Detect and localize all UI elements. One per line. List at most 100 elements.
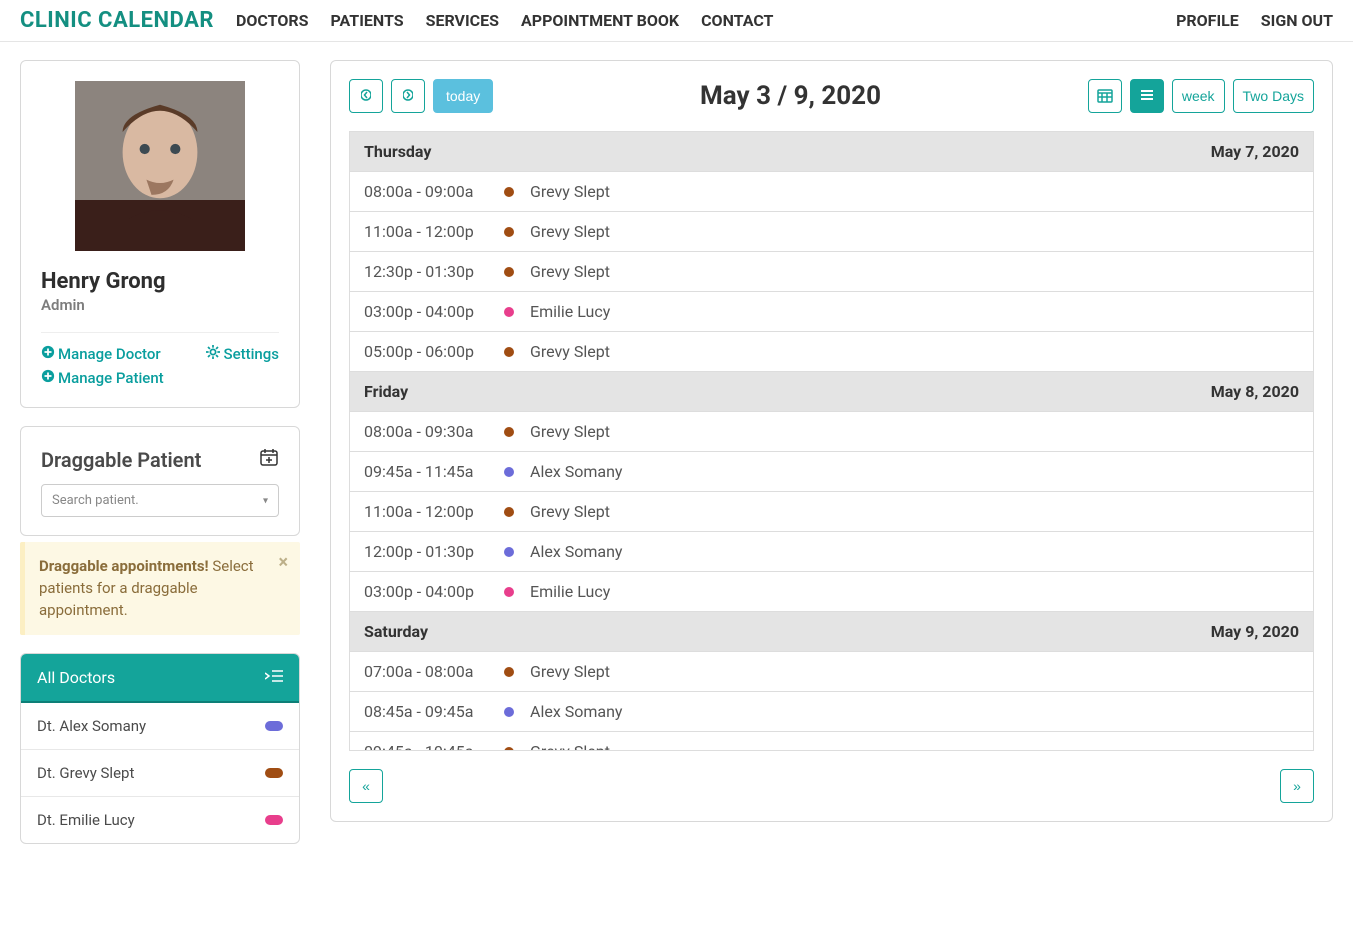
agenda-list[interactable]: ThursdayMay 7, 202008:00a - 09:00aGrevy … (349, 131, 1314, 751)
event-time: 08:00a - 09:30a (364, 422, 504, 441)
profile-role: Admin (41, 296, 279, 314)
event-time: 11:00a - 12:00p (364, 222, 504, 241)
close-icon[interactable]: × (278, 550, 288, 576)
calendar-toolbar: today May 3 / 9, 2020 week Two Days (349, 79, 1314, 113)
event-time: 11:00a - 12:00p (364, 502, 504, 521)
event-row[interactable]: 07:00a - 08:00aGrevy Slept (350, 652, 1313, 692)
week-view-button[interactable]: week (1172, 79, 1225, 113)
nav-profile[interactable]: PROFILE (1176, 11, 1239, 30)
chevron-double-right-icon: » (1293, 778, 1301, 794)
search-patient-select[interactable]: Search patient. (41, 484, 279, 517)
calendar-footer: « » (349, 769, 1314, 803)
event-row[interactable]: 08:00a - 09:00aGrevy Slept (350, 172, 1313, 212)
calendar-plus-icon[interactable] (259, 447, 279, 472)
day-header: Thursday May 7, 2020 (350, 132, 1313, 172)
event-color-dot (504, 747, 514, 752)
doctor-color-pill (265, 815, 283, 825)
chevron-left-icon (361, 88, 371, 105)
day-date: May 8, 2020 (1211, 382, 1299, 401)
doctor-row[interactable]: Dt. Grevy Slept (21, 749, 299, 796)
prev-button[interactable] (349, 79, 383, 113)
event-time: 09:45a - 10:45a (364, 742, 504, 751)
doctor-color-pill (265, 768, 283, 778)
event-color-dot (504, 587, 514, 597)
event-title: Grevy Slept (530, 222, 610, 241)
day-header: FridayMay 8, 2020 (350, 372, 1313, 412)
nav-right-group: PROFILE SIGN OUT (1176, 11, 1333, 30)
event-row[interactable]: 03:00p - 04:00pEmilie Lucy (350, 292, 1313, 332)
event-row[interactable]: 12:00p - 01:30pAlex Somany (350, 532, 1313, 572)
indent-icon (265, 668, 283, 687)
manage-patient-link[interactable]: Manage Patient (41, 369, 164, 387)
doctor-row[interactable]: Dt. Emilie Lucy (21, 796, 299, 843)
doctor-row[interactable]: Dt. Alex Somany (21, 703, 299, 749)
event-title: Emilie Lucy (530, 582, 610, 601)
nav-doctors[interactable]: DOCTORS (236, 11, 309, 30)
day-header: SaturdayMay 9, 2020 (350, 612, 1313, 652)
event-color-dot (504, 507, 514, 517)
divider (41, 332, 279, 333)
settings-label: Settings (223, 345, 279, 363)
event-row[interactable]: 11:00a - 12:00p Grevy Slept (350, 212, 1313, 252)
settings-link[interactable]: Settings (206, 345, 279, 363)
nav-sign-out[interactable]: SIGN OUT (1261, 11, 1333, 30)
nav-services[interactable]: SERVICES (426, 11, 499, 30)
two-days-view-button[interactable]: Two Days (1233, 79, 1314, 113)
event-color-dot (504, 267, 514, 277)
event-title: Alex Somany (530, 542, 622, 561)
doctors-header[interactable]: All Doctors (21, 654, 299, 703)
draggable-patient-card: Draggable Patient Search patient. (20, 426, 300, 536)
chevron-right-icon (403, 88, 413, 105)
doctor-name: Dt. Alex Somany (37, 717, 146, 735)
month-view-button[interactable] (1088, 79, 1122, 113)
nav-contact[interactable]: CONTACT (701, 11, 773, 30)
event-time: 08:45a - 09:45a (364, 702, 504, 721)
event-row[interactable]: 11:00a - 12:00pGrevy Slept (350, 492, 1313, 532)
calendar-icon (1097, 87, 1113, 106)
day-date: May 9, 2020 (1211, 622, 1299, 641)
event-color-dot (504, 467, 514, 477)
nav-patients[interactable]: PATIENTS (330, 11, 403, 30)
event-row[interactable]: 05:00p - 06:00pGrevy Slept (350, 332, 1313, 372)
event-color-dot (504, 707, 514, 717)
day-date: May 7, 2020 (1211, 142, 1299, 161)
profile-name: Henry Grong (41, 269, 279, 294)
draggable-title: Draggable Patient (41, 448, 201, 472)
event-row[interactable]: 09:45a - 11:45aAlex Somany (350, 452, 1313, 492)
doctor-name: Dt. Emilie Lucy (37, 811, 135, 829)
event-color-dot (504, 427, 514, 437)
event-row[interactable]: 08:45a - 09:45a Alex Somany (350, 692, 1313, 732)
top-navbar: CLINIC CALENDAR DOCTORS PATIENTS SERVICE… (0, 0, 1353, 42)
calendar-title: May 3 / 9, 2020 (493, 81, 1088, 111)
event-color-dot (504, 227, 514, 237)
day-label: Thursday (364, 142, 431, 161)
event-color-dot (504, 187, 514, 197)
event-row[interactable]: 08:00a - 09:30a Grevy Slept (350, 412, 1313, 452)
event-time: 08:00a - 09:00a (364, 182, 504, 201)
calendar-card: today May 3 / 9, 2020 week Two Days Thur… (330, 60, 1333, 822)
event-time: 05:00p - 06:00p (364, 342, 504, 361)
event-title: Grevy Slept (530, 422, 610, 441)
list-view-button[interactable] (1130, 79, 1164, 113)
brand-logo[interactable]: CLINIC CALENDAR (20, 8, 214, 33)
event-color-dot (504, 667, 514, 677)
manage-doctor-link[interactable]: Manage Doctor (41, 345, 164, 363)
event-time: 12:30p - 01:30p (364, 262, 504, 281)
event-time: 07:00a - 08:00a (364, 662, 504, 681)
nav-left-group: DOCTORS PATIENTS SERVICES APPOINTMENT BO… (236, 11, 774, 30)
event-color-dot (504, 307, 514, 317)
event-row[interactable]: 03:00p - 04:00pEmilie Lucy (350, 572, 1313, 612)
doctor-color-pill (265, 721, 283, 731)
page-prev-button[interactable]: « (349, 769, 383, 803)
today-button[interactable]: today (433, 79, 493, 113)
next-button[interactable] (391, 79, 425, 113)
page-next-button[interactable]: » (1280, 769, 1314, 803)
event-row[interactable]: 09:45a - 10:45a Grevy Slept (350, 732, 1313, 751)
doctors-card: All Doctors Dt. Alex Somany Dt. Grevy Sle… (20, 653, 300, 844)
nav-appointment-book[interactable]: APPOINTMENT BOOK (521, 11, 679, 30)
event-title: Emilie Lucy (530, 302, 610, 321)
event-title: Alex Somany (530, 702, 622, 721)
draggable-alert: × Draggable appointments! Select patient… (20, 542, 300, 635)
event-row[interactable]: 12:30p - 01:30pGrevy Slept (350, 252, 1313, 292)
event-title: Grevy Slept (530, 742, 610, 751)
